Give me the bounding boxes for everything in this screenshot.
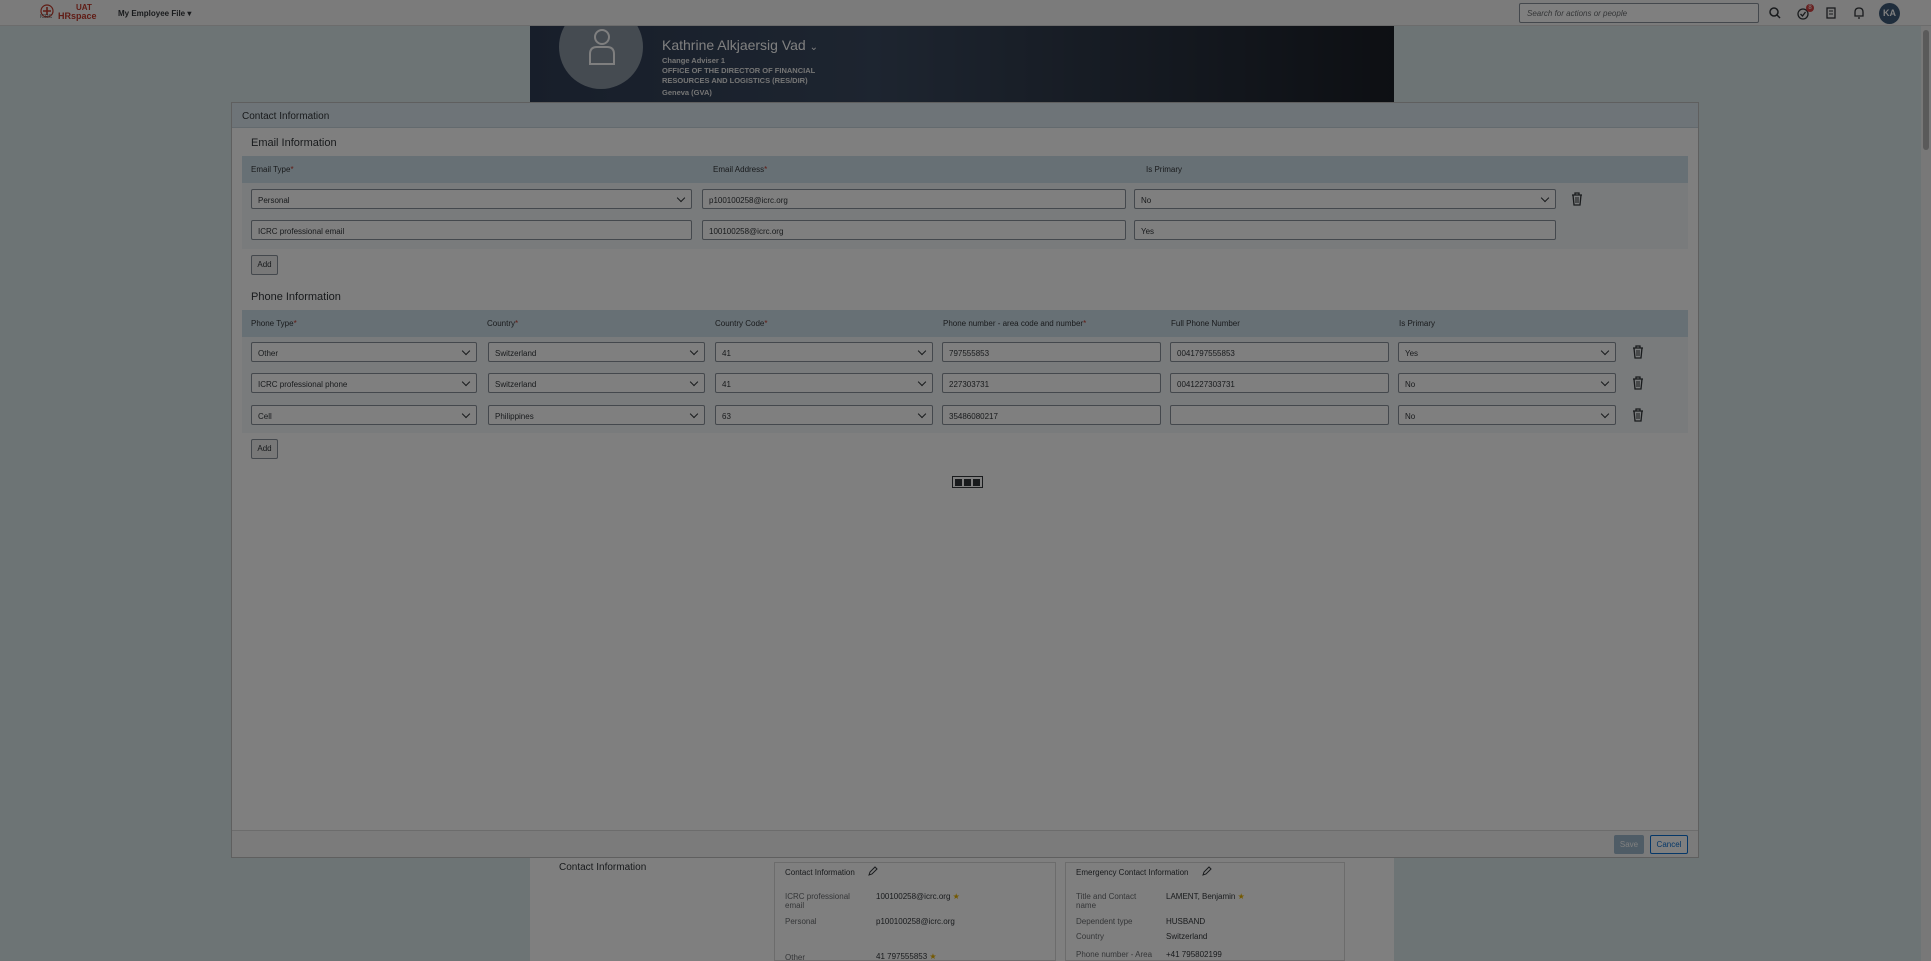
phone-number-input[interactable]: 35486080217 — [942, 405, 1161, 425]
delete-phone-icon[interactable] — [1632, 376, 1644, 390]
email-primary-select[interactable]: No — [1134, 189, 1556, 209]
country-code-select[interactable]: 41 — [715, 373, 933, 393]
email-type-field[interactable]: ICRC professional email — [251, 220, 692, 240]
email-primary-header: Is Primary — [1146, 165, 1182, 174]
add-phone-button[interactable]: Add — [251, 439, 278, 459]
cancel-button[interactable]: Cancel — [1650, 835, 1688, 854]
country-header: Country* — [487, 319, 519, 328]
full-phone-input[interactable] — [1170, 405, 1389, 425]
country-code-header: Country Code* — [715, 319, 768, 328]
contact-information-dialog: Contact Information Email Information Em… — [231, 102, 1699, 858]
delete-phone-icon[interactable] — [1632, 408, 1644, 422]
email-section-title: Email Information — [251, 137, 337, 149]
email-type-select[interactable]: Personal — [251, 189, 692, 209]
add-email-button[interactable]: Add — [251, 255, 278, 275]
country-code-select[interactable]: 41 — [715, 342, 933, 362]
phone-primary-select[interactable]: No — [1398, 405, 1616, 425]
phone-number-header: Phone number - area code and number* — [943, 319, 1087, 328]
phone-table-header: Phone Type* Country* Country Code* Phone… — [242, 310, 1688, 337]
save-button[interactable]: Save — [1614, 835, 1644, 854]
delete-phone-icon[interactable] — [1632, 345, 1644, 359]
phone-type-select[interactable]: Other — [251, 342, 477, 362]
phone-primary-select[interactable]: No — [1398, 373, 1616, 393]
dialog-title: Contact Information — [232, 103, 1698, 128]
busy-indicator — [952, 476, 983, 488]
phone-type-header: Phone Type* — [251, 319, 297, 328]
country-select[interactable]: Switzerland — [488, 342, 705, 362]
email-table-header: Email Type* Email Address* Is Primary — [242, 156, 1688, 183]
country-select[interactable]: Switzerland — [488, 373, 705, 393]
email-type-header: Email Type* — [251, 165, 294, 174]
email-address-header: Email Address* — [713, 165, 768, 174]
email-primary-field[interactable]: Yes — [1134, 220, 1556, 240]
phone-number-input[interactable]: 227303731 — [942, 373, 1161, 393]
email-address-input[interactable]: p100100258@icrc.org — [702, 189, 1126, 209]
country-select[interactable]: Philippines — [488, 405, 705, 425]
phone-primary-header: Is Primary — [1399, 319, 1435, 328]
phone-number-input[interactable]: 797555853 — [942, 342, 1161, 362]
full-phone-input[interactable]: 0041227303731 — [1170, 373, 1389, 393]
email-address-input[interactable]: 100100258@icrc.org — [702, 220, 1126, 240]
phone-type-select[interactable]: ICRC professional phone — [251, 373, 477, 393]
delete-email-icon[interactable] — [1571, 192, 1583, 206]
country-code-select[interactable]: 63 — [715, 405, 933, 425]
phone-primary-select[interactable]: Yes — [1398, 342, 1616, 362]
full-phone-header: Full Phone Number — [1171, 319, 1240, 328]
phone-section-title: Phone Information — [251, 291, 341, 303]
phone-type-select[interactable]: Cell — [251, 405, 477, 425]
full-phone-input[interactable]: 0041797555853 — [1170, 342, 1389, 362]
dialog-footer: Save Cancel — [232, 830, 1698, 857]
